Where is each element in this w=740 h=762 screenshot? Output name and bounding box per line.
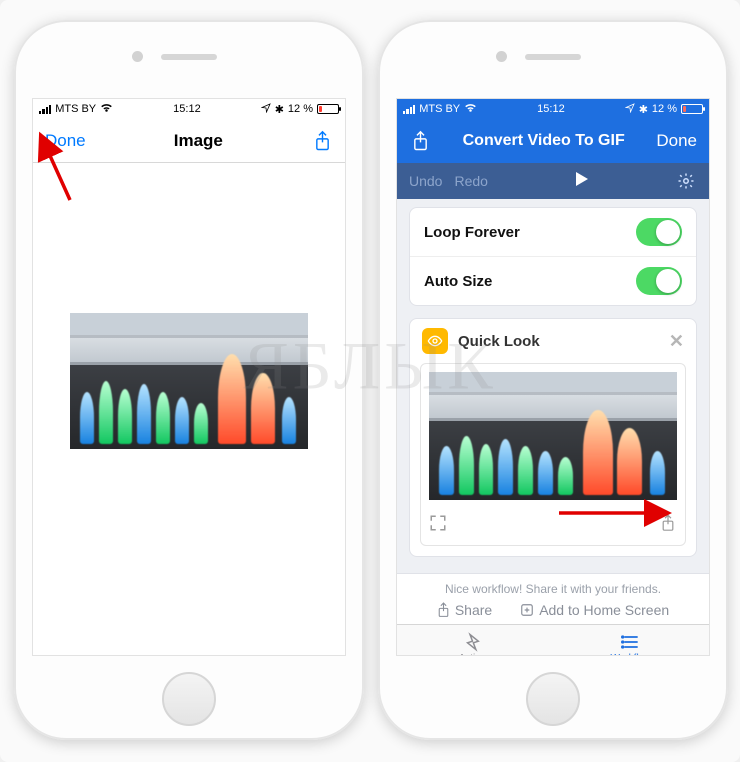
quick-look-title: Quick Look	[458, 333, 540, 350]
phone-camera	[496, 51, 507, 62]
redo-button[interactable]: Redo	[454, 173, 487, 189]
status-bar: MTS BY 15:12 ✱ 12 %	[397, 99, 709, 119]
quick-look-card: Quick Look ✕	[409, 318, 697, 557]
status-time: 15:12	[537, 103, 565, 115]
bluetooth-icon: ✱	[275, 103, 284, 116]
workflow-footer: Nice workflow! Share it with your friend…	[397, 573, 709, 624]
status-bar: MTS BY 15:12 ✱ 12 %	[33, 99, 345, 119]
status-time: 15:12	[173, 103, 201, 115]
loop-forever-toggle[interactable]	[636, 218, 682, 246]
bluetooth-icon: ✱	[639, 103, 648, 116]
wifi-icon	[464, 103, 477, 116]
home-button[interactable]	[162, 672, 216, 726]
signal-icon	[39, 105, 51, 114]
location-icon	[261, 103, 271, 116]
signal-icon	[403, 105, 415, 114]
page-title: Image	[86, 131, 311, 151]
auto-size-toggle[interactable]	[636, 267, 682, 295]
battery-pct: 12 %	[288, 103, 313, 115]
phone-camera	[132, 51, 143, 62]
loop-forever-label: Loop Forever	[424, 224, 520, 241]
phone-mockup-left: MTS BY 15:12 ✱ 12 % Done Image	[14, 20, 364, 740]
share-button[interactable]	[409, 130, 431, 152]
battery-icon	[681, 104, 703, 114]
preview-image	[70, 313, 308, 449]
battery-icon	[317, 104, 339, 114]
workflow-body: Loop Forever Auto Size Quick Look	[397, 199, 709, 573]
navbar-workflow: Convert Video To GIF Done	[397, 119, 709, 163]
phone-speaker	[161, 54, 217, 60]
workflow-toolbar: Undo Redo	[397, 163, 709, 199]
tab-workflow[interactable]: Workflow	[553, 625, 709, 656]
screen-right: MTS BY 15:12 ✱ 12 %	[396, 98, 710, 656]
quick-look-share-icon[interactable]	[659, 514, 677, 537]
footer-message: Nice workflow! Share it with your friend…	[397, 582, 709, 596]
auto-size-label: Auto Size	[424, 273, 492, 290]
footer-share-button[interactable]: Share	[437, 602, 492, 618]
undo-button[interactable]: Undo	[409, 173, 442, 189]
gif-options-card: Loop Forever Auto Size	[409, 207, 697, 306]
quick-look-preview	[429, 372, 677, 500]
home-button[interactable]	[526, 672, 580, 726]
settings-button[interactable]	[675, 170, 697, 192]
location-icon	[625, 103, 635, 116]
expand-icon[interactable]	[429, 514, 447, 537]
battery-pct: 12 %	[652, 103, 677, 115]
done-button[interactable]: Done	[656, 131, 697, 151]
share-button[interactable]	[311, 130, 333, 152]
tab-actions[interactable]: Actions	[397, 625, 553, 656]
done-button[interactable]: Done	[45, 131, 86, 151]
image-preview-area	[33, 163, 345, 655]
play-button[interactable]	[573, 171, 589, 192]
close-icon[interactable]: ✕	[669, 331, 684, 352]
quick-look-icon	[422, 328, 448, 354]
tab-bar: Actions Workflow	[397, 624, 709, 656]
add-to-home-button[interactable]: Add to Home Screen	[520, 602, 669, 618]
navbar-image-preview: Done Image	[33, 119, 345, 163]
phone-mockup-right: MTS BY 15:12 ✱ 12 %	[378, 20, 728, 740]
carrier-label: MTS BY	[55, 103, 96, 115]
page-title: Convert Video To GIF	[431, 132, 656, 150]
wifi-icon	[100, 103, 113, 116]
screen-left: MTS BY 15:12 ✱ 12 % Done Image	[32, 98, 346, 656]
carrier-label: MTS BY	[419, 103, 460, 115]
phone-speaker	[525, 54, 581, 60]
